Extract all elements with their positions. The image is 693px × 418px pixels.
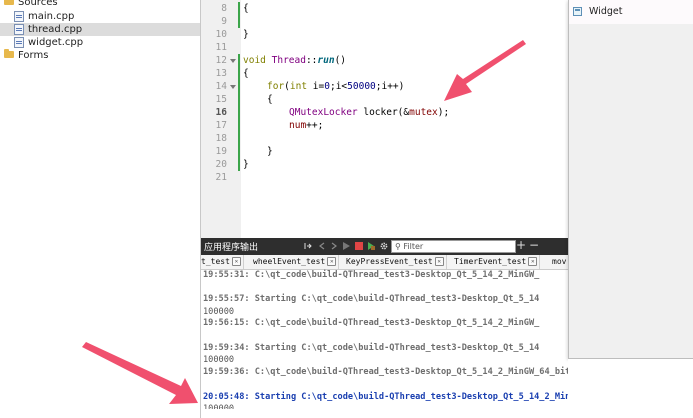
stop-icon[interactable] [355,242,363,250]
code-line-16: QMutexLocker locker(&mutex); [289,107,450,118]
tree-item-label: thread.cpp [28,24,83,35]
folder-icon [4,48,14,58]
code-line-14: for(int i=0;i<50000;i++) [267,81,405,92]
settings-gear-icon[interactable] [380,242,388,250]
output-tab[interactable]: mov [550,255,568,269]
code-line-19: } [267,146,273,157]
close-icon[interactable]: ✕ [231,257,241,266]
modified-line-marker [238,54,240,171]
line-number: 11 [215,42,227,53]
tree-folder-sources[interactable]: Sources [4,0,58,9]
code-line-20: } [243,159,249,170]
line-number: 12 [215,55,227,66]
line-number-current: 16 [215,107,227,118]
output-log[interactable]: 19:55:31: C:\qt_code\build-QThread_test3… [203,269,568,409]
log-line: 19:55:31: C:\qt_code\build-QThread_test3… [203,270,540,280]
line-number: 17 [215,120,227,131]
line-number: 10 [215,29,227,40]
code-line-10: } [243,29,249,40]
code-line-12: void Thread::run() [243,55,347,66]
line-number: 15 [215,94,227,105]
line-number-gutter: 8 9 10 11 12 13 14 15 16 17 18 19 20 21 [201,0,241,238]
line-number: 13 [215,68,227,79]
fold-arrow-icon[interactable] [230,85,236,89]
log-line: 19:56:15: C:\qt_code\build-QThread_test3… [203,318,540,328]
output-title: 应用程序输出 [204,243,259,253]
log-line-highlighted: 20:05:48: Starting C:\qt_code\build-QThr… [203,392,568,402]
line-number: 8 [221,3,227,14]
debug-run-icon[interactable] [367,242,375,250]
tree-item-label: main.cpp [28,11,75,22]
application-output-pane: 应用程序输出 ⚲ Filter + − t_test ✕ wheelEvent_t… [201,238,568,418]
close-icon[interactable]: ✕ [327,257,337,266]
line-number: 18 [215,133,227,144]
code-line-15: { [267,94,273,105]
search-icon: ⚲ [395,242,401,251]
tree-folder-forms[interactable]: Forms [4,48,49,62]
tree-item-label: widget.cpp [28,37,84,48]
log-line: 100000 [203,404,235,409]
log-line: 19:59:34: Starting C:\qt_code\build-QThr… [203,343,540,353]
code-line-13: { [243,68,249,79]
output-tab-bar: t_test ✕ wheelEvent_test ✕ KeyPressEvent_t… [201,255,568,270]
tree-item-label: Forms [18,50,49,61]
wrap-icon[interactable] [304,242,312,250]
line-number: 20 [215,159,227,170]
remove-button[interactable]: − [529,238,539,252]
tree-file-widget[interactable]: widget.cpp [14,36,83,49]
close-icon[interactable]: ✕ [434,257,444,266]
project-tree: Sources main.cpp thread.cpp widget.cpp F… [0,0,201,418]
output-tab[interactable]: KeyPressEvent_test ✕ [344,255,447,269]
modified-line-marker [238,2,240,28]
output-tab[interactable]: wheelEvent_test ✕ [251,255,340,269]
tree-file-thread[interactable]: thread.cpp [0,23,200,36]
widget-titlebar[interactable]: Widget [569,0,693,24]
line-number: 14 [215,81,227,92]
code-line-17: num++; [289,120,324,131]
run-icon[interactable] [342,242,350,250]
output-tab[interactable]: t_test ✕ [201,255,244,269]
desktop-background [568,359,693,418]
output-filter-input[interactable]: ⚲ Filter [391,240,516,253]
output-toolbar: 应用程序输出 ⚲ Filter + − [201,238,568,255]
cpp-file-icon [14,36,24,48]
log-line: 19:55:57: Starting C:\qt_code\build-QThr… [203,294,540,304]
line-number: 21 [215,172,227,183]
code-line-8: { [243,3,249,14]
cpp-file-icon [14,10,24,22]
folder-icon [4,0,14,5]
window-icon [573,7,582,16]
log-line: 100000 [203,355,235,365]
previous-icon[interactable] [318,242,326,250]
code-editor[interactable]: 8 9 10 11 12 13 14 15 16 17 18 19 20 21 … [201,0,568,238]
line-number: 9 [221,16,227,27]
cpp-file-icon [14,23,24,35]
tree-item-label: Sources [18,0,58,8]
widget-window[interactable]: Widget [568,0,693,359]
fold-arrow-icon[interactable] [230,59,236,63]
log-line: 19:59:36: C:\qt_code\build-QThread_test3… [203,367,568,377]
line-number: 19 [215,146,227,157]
next-icon[interactable] [330,242,338,250]
widget-title: Widget [589,6,623,17]
output-tab[interactable]: TimerEvent_test ✕ [452,255,541,269]
tree-file-main[interactable]: main.cpp [14,10,74,23]
add-button[interactable]: + [516,238,526,252]
close-icon[interactable]: ✕ [528,257,538,266]
